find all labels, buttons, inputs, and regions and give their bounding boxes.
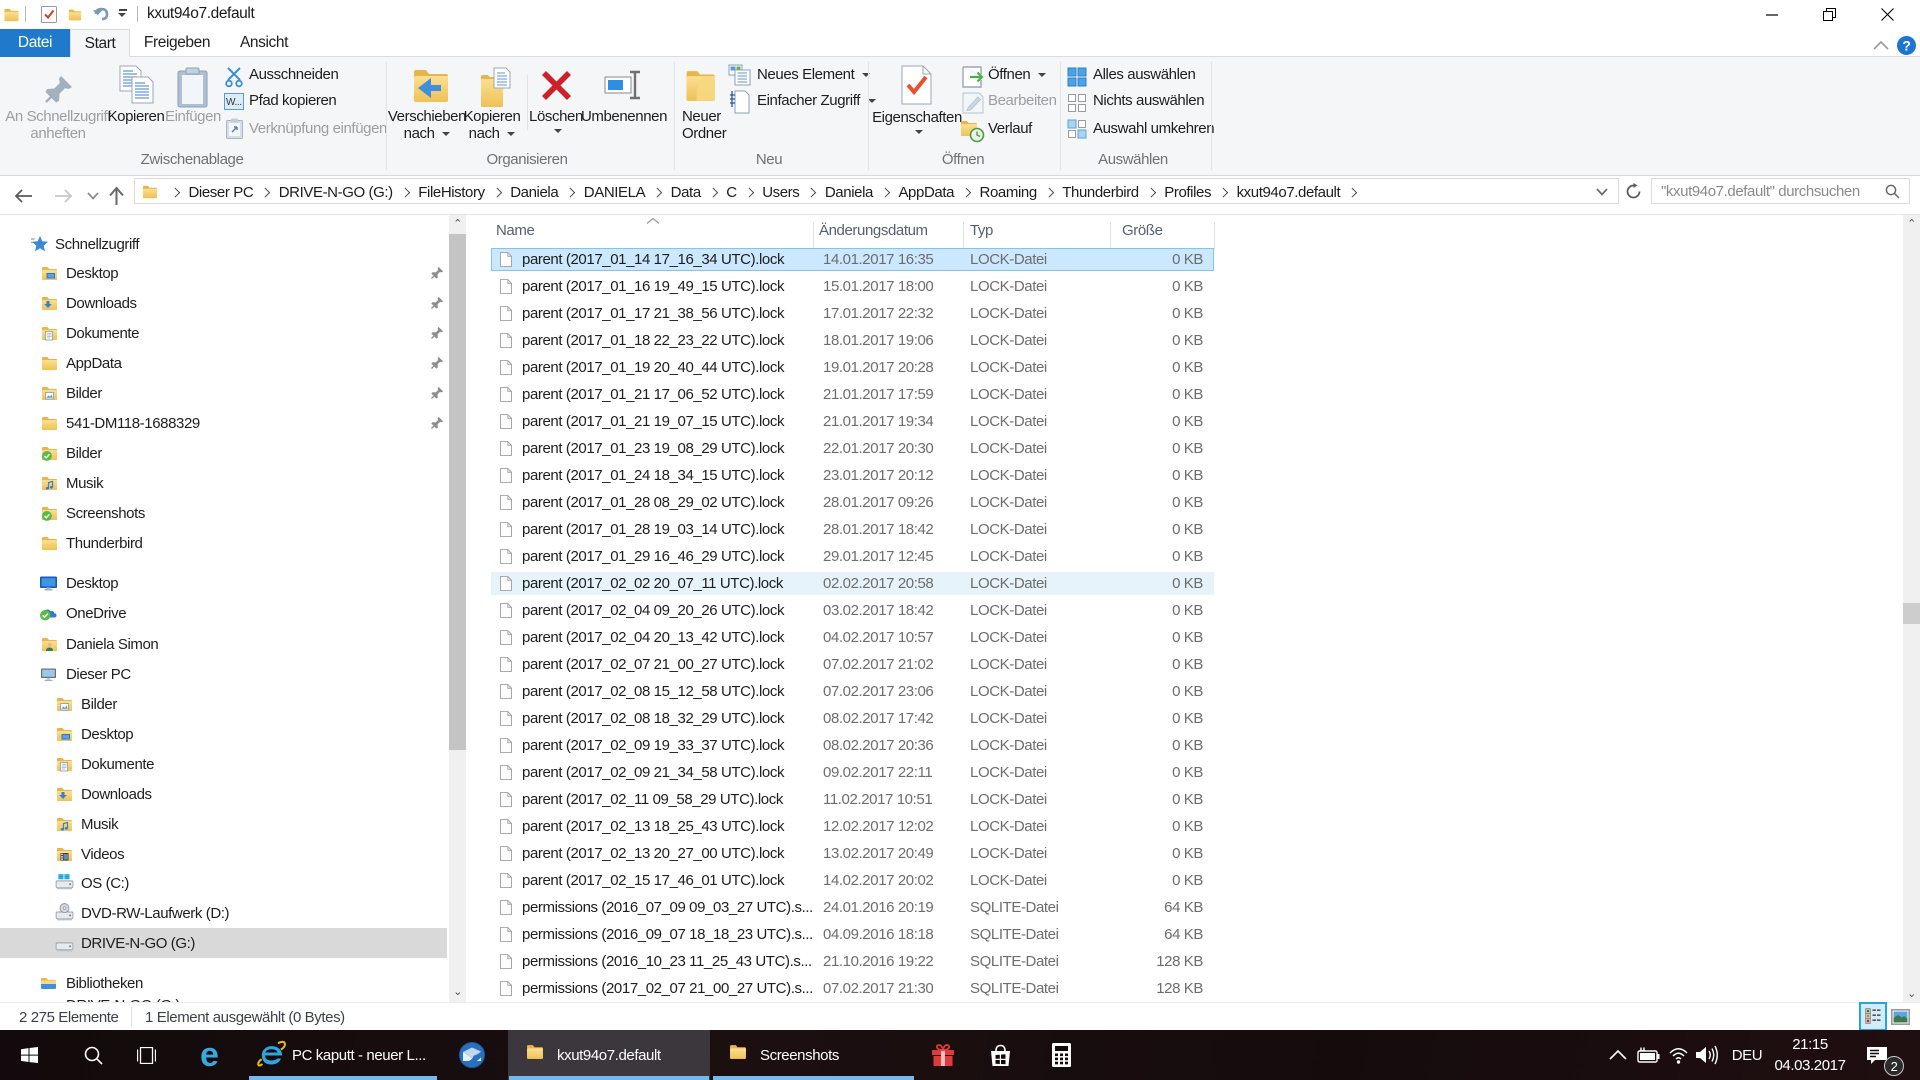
svg-text:?: ? — [1902, 38, 1910, 54]
svg-text:W...: W... — [226, 97, 242, 108]
